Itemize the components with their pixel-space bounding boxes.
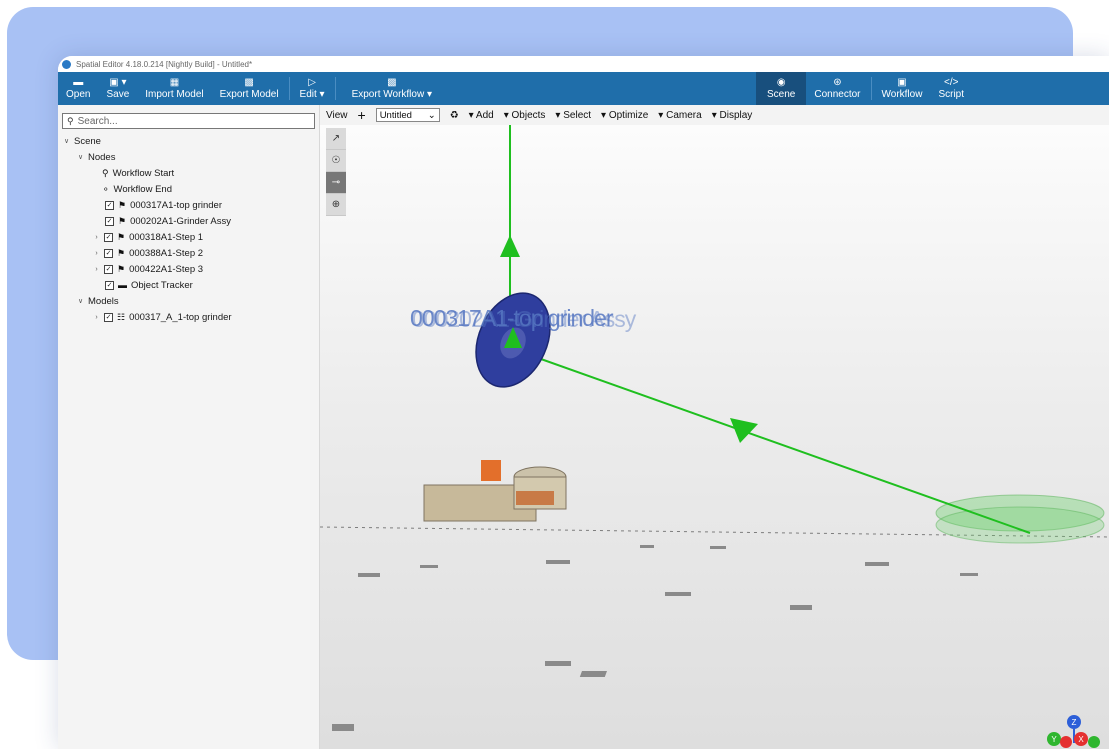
location-pin-icon: ⚑	[117, 263, 126, 274]
visibility-checkbox[interactable]: ✓	[104, 312, 113, 322]
app-icon	[62, 59, 71, 69]
import-model-button[interactable]: ▦ Import Model	[137, 72, 211, 105]
axis-y-label: Y	[1051, 735, 1057, 744]
chevron-down-icon[interactable]: ∨	[76, 297, 85, 305]
display-menu[interactable]: ▾ Display	[712, 110, 753, 121]
window-title: Spatial Editor 4.18.0.214 [Nightly Build…	[76, 59, 253, 69]
tree-item-node[interactable]: › ✓ ⚑ 000388A1-Step 2	[58, 245, 319, 261]
app-window: Spatial Editor 4.18.0.214 [Nightly Build…	[58, 56, 1109, 749]
scene-sidebar: ⚲ Search... ∨ Scene ∨ Nodes ⚲ Workflow S…	[58, 105, 320, 749]
tracker-icon: ▬	[118, 280, 127, 290]
tree-item-models[interactable]: ∨ Models	[58, 293, 319, 309]
script-tab[interactable]: </> Script	[930, 72, 972, 105]
scene-tab[interactable]: ◉ Scene	[756, 72, 807, 105]
connector-tool-icon[interactable]: ⊸	[326, 172, 346, 194]
visibility-checkbox[interactable]: ✓	[105, 280, 114, 290]
view-select[interactable]: Untitled ⌄	[375, 108, 440, 122]
trash-icon[interactable]: ♻	[450, 110, 459, 121]
export-workflow-button[interactable]: ▩ Export Workflow ▾	[338, 72, 440, 105]
chevron-right-icon[interactable]: ›	[92, 314, 101, 321]
tree-item-node[interactable]: › ✓ ⚑ 000422A1-Step 3	[58, 261, 319, 277]
ribbon-toolbar: ▬ Open ▣ ▾ Save ▦ Import Model ▩ Export …	[58, 72, 1109, 105]
folder-icon: ▬	[73, 76, 84, 88]
search-icon: ⚲	[67, 115, 74, 126]
ribbon-separator	[870, 77, 872, 100]
import-icon: ▦	[169, 76, 180, 88]
expand-icon[interactable]: ↗	[326, 128, 346, 150]
ribbon-separator	[334, 77, 336, 100]
select-menu[interactable]: ▾ Select	[555, 110, 591, 121]
tree-item-node[interactable]: › ✓ ⚑ 000318A1-Step 1	[58, 229, 319, 245]
chevron-down-icon[interactable]: ∨	[62, 137, 71, 145]
visibility-checkbox[interactable]: ✓	[104, 248, 113, 258]
axis-z-label: Z	[1072, 718, 1077, 727]
connector-icon: ⊛	[833, 76, 842, 88]
start-marker-icon: ⚲	[102, 167, 109, 178]
viewport-toolbar: View + Untitled ⌄ ♻ ▾ Add ▾ Objects ▾ Se…	[320, 105, 1109, 125]
save-icon: ▣ ▾	[109, 76, 127, 88]
tree-item-node[interactable]: ✓ ▬ Object Tracker	[58, 277, 319, 293]
scene-icon: ◉	[776, 76, 786, 88]
camera-menu[interactable]: ▾ Camera	[658, 110, 701, 121]
chevron-right-icon[interactable]: ›	[92, 234, 101, 241]
script-icon: </>	[943, 76, 959, 88]
search-placeholder: Search...	[77, 115, 118, 127]
visibility-checkbox[interactable]: ✓	[104, 232, 113, 242]
open-button[interactable]: ▬ Open	[58, 72, 98, 105]
edit-icon: ▷	[308, 76, 316, 88]
export-workflow-icon: ▩	[387, 76, 397, 88]
location-pin-icon: ⚑	[118, 215, 127, 226]
search-input[interactable]: ⚲ Search...	[62, 113, 315, 129]
scene-tree: ∨ Scene ∨ Nodes ⚲ Workflow Start ⚬ Workf…	[58, 133, 319, 325]
workflow-tab[interactable]: ▣ Workflow	[874, 72, 931, 105]
visibility-checkbox[interactable]: ✓	[104, 264, 113, 274]
3d-viewport[interactable]: Z Y X 000317A1-top grinder 000202A1-Grin…	[320, 105, 1109, 749]
location-pin-icon: ⚑	[117, 231, 126, 242]
node-disc[interactable]	[462, 281, 564, 398]
edit-button[interactable]: ▷ Edit ▾	[292, 72, 333, 105]
title-bar: Spatial Editor 4.18.0.214 [Nightly Build…	[58, 56, 1109, 72]
axis-x-label: X	[1078, 735, 1084, 744]
tree-item-node[interactable]: ✓ ⚑ 000202A1-Grinder Assy	[58, 213, 319, 229]
location-pin-icon: ⚑	[117, 247, 126, 258]
eye-icon[interactable]: ☉	[326, 150, 346, 172]
tree-item-node[interactable]: ⚬ Workflow End	[58, 181, 319, 197]
tree-item-model[interactable]: › ✓ ☷ 000317_A_1-top grinder	[58, 309, 319, 325]
visibility-checkbox[interactable]: ✓	[105, 216, 114, 226]
add-icon[interactable]: +	[358, 107, 366, 123]
objects-menu[interactable]: ▾ Objects	[504, 110, 546, 121]
tree-item-scene[interactable]: ∨ Scene	[58, 133, 319, 149]
chevron-down-icon[interactable]: ∨	[76, 153, 85, 161]
ribbon-separator	[288, 77, 290, 100]
hierarchy-icon: ☷	[117, 311, 126, 322]
tree-item-nodes[interactable]: ∨ Nodes	[58, 149, 319, 165]
viewport-side-tools: ↗ ☉ ⊸ ⊕	[326, 128, 346, 216]
optimize-menu[interactable]: ▾ Optimize	[601, 110, 648, 121]
save-button[interactable]: ▣ ▾ Save	[98, 72, 137, 105]
node-label-grinder-assy: 000202A1-Grinder Assy	[412, 306, 636, 332]
location-pin-icon: ⚑	[118, 199, 127, 210]
end-marker-icon: ⚬	[102, 183, 110, 194]
scene-canvas[interactable]: Z Y X	[320, 105, 1109, 749]
visibility-checkbox[interactable]: ✓	[105, 200, 114, 210]
orientation-gizmo[interactable]: Z Y X	[1047, 715, 1100, 748]
add-menu[interactable]: ▾ Add	[469, 110, 494, 121]
connector-tab[interactable]: ⊛ Connector	[806, 72, 868, 105]
chevron-down-icon: ⌄	[427, 109, 436, 121]
tree-item-node[interactable]: ⚲ Workflow Start	[58, 165, 319, 181]
chevron-right-icon[interactable]: ›	[92, 250, 101, 257]
chevron-right-icon[interactable]: ›	[92, 266, 101, 273]
export-model-button[interactable]: ▩ Export Model	[212, 72, 287, 105]
ghost-component[interactable]	[935, 494, 1105, 544]
workflow-icon: ▣	[897, 76, 907, 88]
tree-item-node[interactable]: ✓ ⚑ 000317A1-top grinder	[58, 197, 319, 213]
view-menu[interactable]: View	[326, 110, 348, 121]
grinder-model[interactable]	[423, 460, 567, 522]
move-gizmo-icon[interactable]: ⊕	[326, 194, 346, 216]
floor-grid	[332, 545, 978, 731]
export-icon: ▩	[244, 76, 254, 88]
